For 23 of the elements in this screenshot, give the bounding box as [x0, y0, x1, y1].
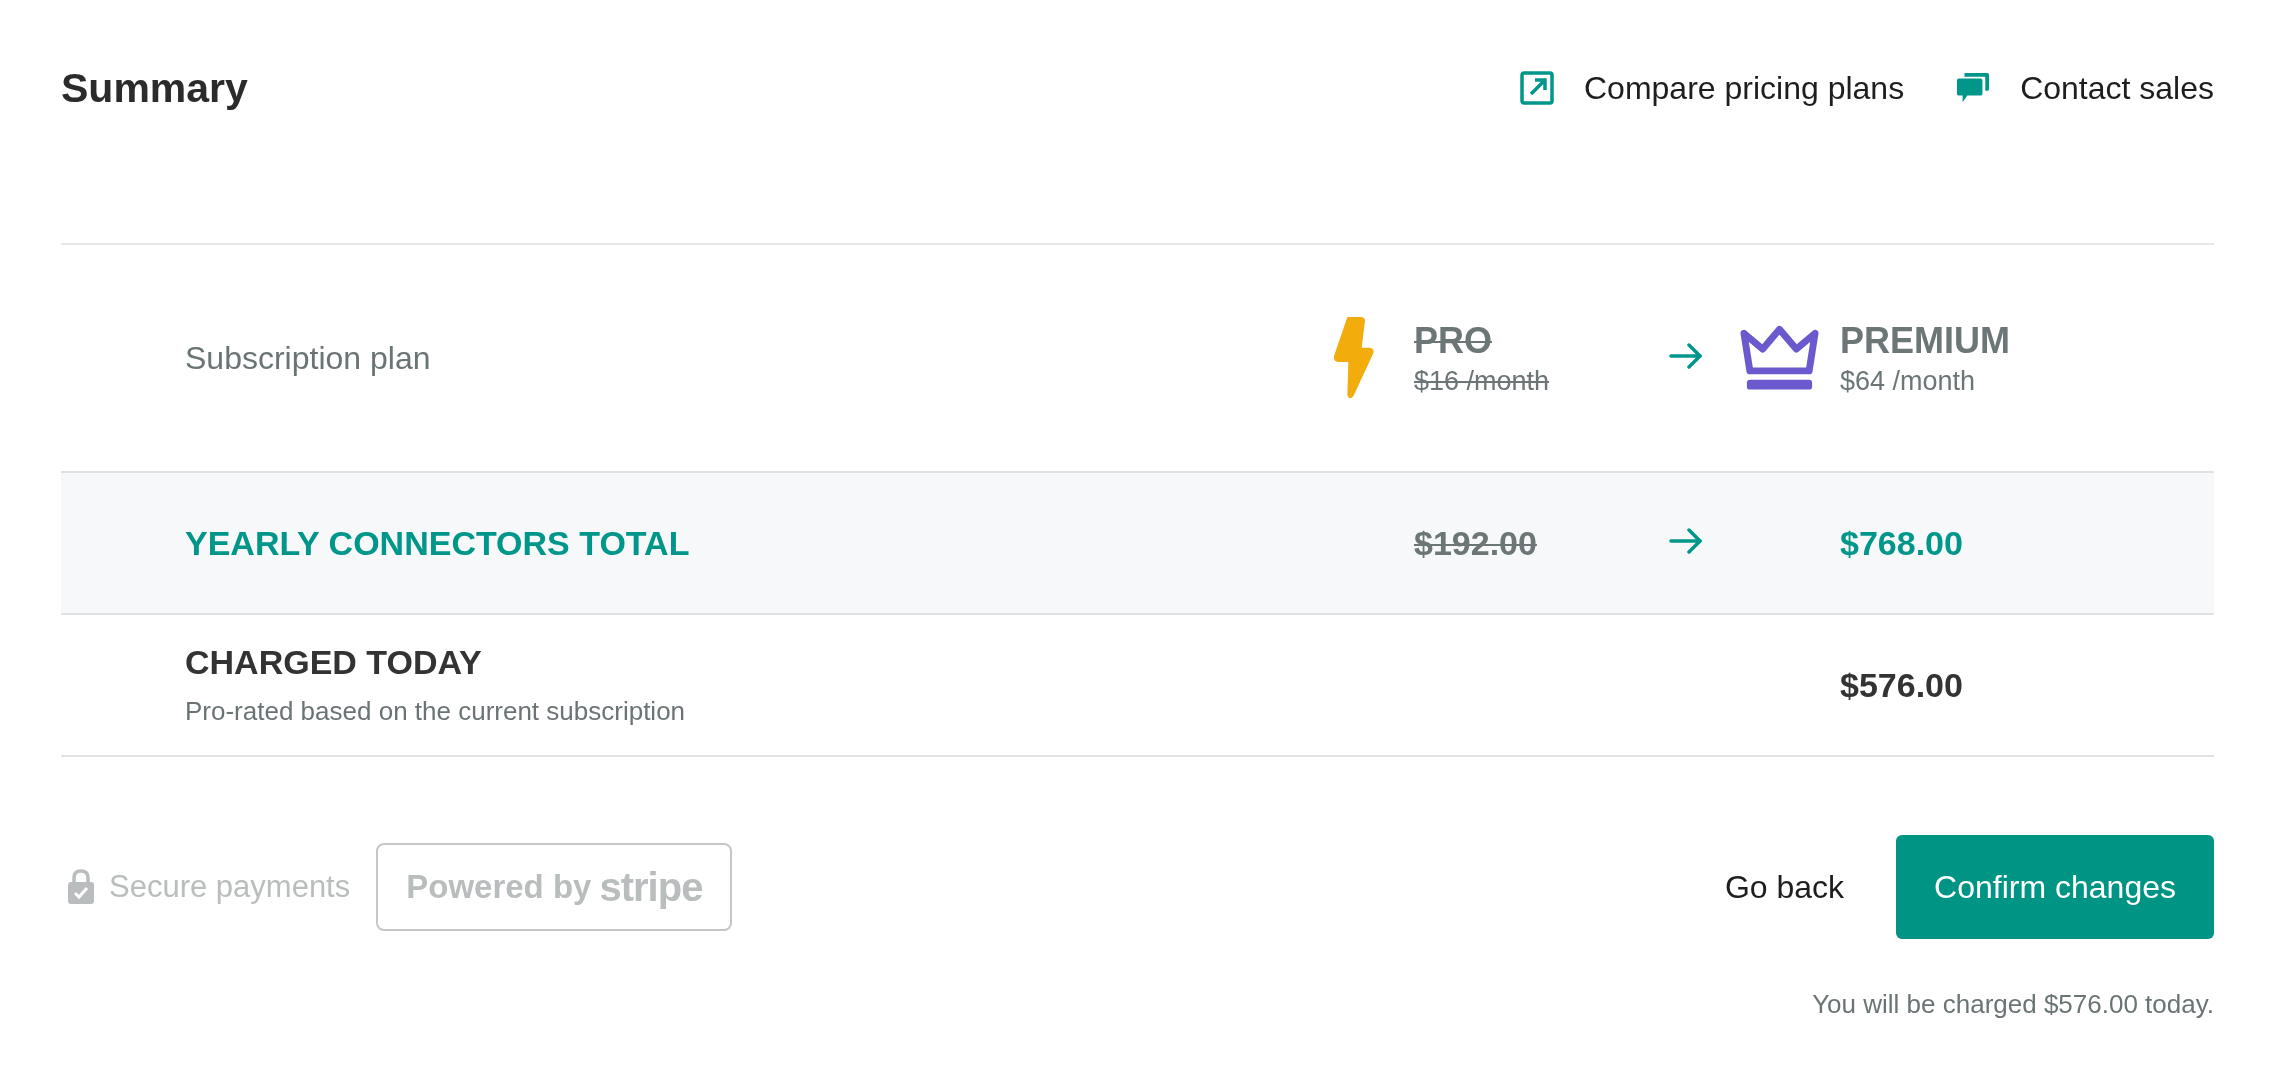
plan-name: PREMIUM: [1840, 319, 2010, 362]
row-label: Subscription plan: [185, 339, 432, 377]
charged-amount: $576.00: [1839, 665, 1963, 705]
confirm-button[interactable]: Confirm changes: [1896, 835, 2214, 939]
row-note: Pro-rated based on the current subscription: [185, 696, 687, 727]
arrow-right-icon: [1669, 343, 1703, 369]
header-link[interactable]: Contact sales: [1956, 69, 2214, 107]
back-button[interactable]: Go back: [1724, 848, 1845, 926]
crown-icon: [1739, 325, 1820, 391]
page-title: Summary: [61, 64, 248, 112]
plan-name: PRO: [1414, 319, 1493, 362]
plan-price: $64 /month: [1840, 365, 1977, 397]
plan-price: $16 /month: [1414, 365, 1550, 397]
secure-payments-text: Secure payments: [109, 869, 351, 905]
header-link[interactable]: Compare pricing plans: [1519, 69, 1905, 107]
new-amount: $768.00: [1839, 523, 1963, 563]
external-link-icon: [1519, 71, 1554, 105]
arrow-right-icon: [1669, 528, 1703, 554]
charge-note: You will be charged $576.00 today.: [1811, 989, 2214, 1020]
old-amount: $192.00: [1413, 523, 1537, 563]
row-label: CHARGED TODAY: [185, 643, 483, 682]
lock-icon: [67, 869, 95, 905]
row-label: YEARLY CONNECTORS TOTAL: [185, 523, 691, 563]
